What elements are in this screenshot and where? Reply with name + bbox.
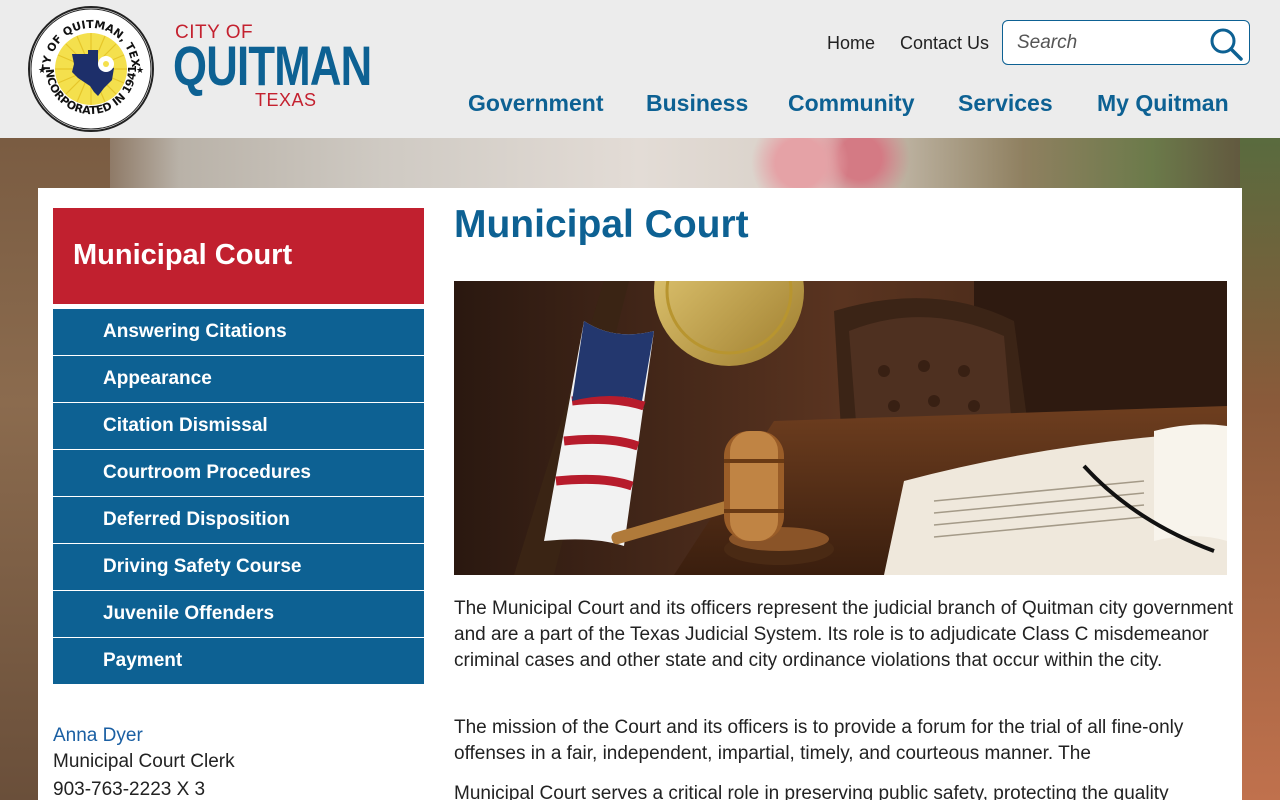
contact-us-link[interactable]: Contact Us — [900, 33, 989, 54]
sidebar-item-label: Answering Citations — [103, 321, 287, 342]
sidebar-item-label: Payment — [103, 650, 183, 671]
sidebar-item-payment[interactable]: Payment — [53, 638, 424, 684]
sidebar-item-juvenile-offenders[interactable]: Juvenile Offenders — [53, 591, 424, 637]
sidebar-item-label: Appearance — [103, 368, 212, 389]
page-title: Municipal Court — [454, 203, 749, 246]
svg-text:★: ★ — [136, 65, 144, 75]
sidebar-item-label: Citation Dismissal — [103, 415, 268, 436]
nav-community[interactable]: Community — [788, 90, 915, 117]
site-header: CITY OF QUITMAN, TEXAS INCORPORATED IN 1… — [0, 0, 1280, 138]
city-seal-logo[interactable]: CITY OF QUITMAN, TEXAS INCORPORATED IN 1… — [28, 6, 154, 132]
nav-business[interactable]: Business — [646, 90, 748, 117]
sidebar-item-courtroom-procedures[interactable]: Courtroom Procedures — [53, 450, 424, 496]
wordmark-name: QUITMAN — [173, 34, 372, 97]
search-box — [1002, 20, 1250, 65]
contact-name-link[interactable]: Anna Dyer — [53, 725, 424, 751]
city-wordmark[interactable]: CITY OF QUITMAN TEXAS — [173, 22, 372, 112]
sidebar-item-label: Driving Safety Course — [103, 556, 302, 577]
sidebar-item-answering-citations[interactable]: Answering Citations — [53, 309, 424, 355]
home-link[interactable]: Home — [827, 33, 875, 54]
sidebar-item-appearance[interactable]: Appearance — [53, 356, 424, 402]
sidebar-item-label: Courtroom Procedures — [103, 462, 311, 483]
sidebar-item-citation-dismissal[interactable]: Citation Dismissal — [53, 403, 424, 449]
sidebar-title: Municipal Court — [73, 239, 293, 271]
sidebar-item-deferred-disposition[interactable]: Deferred Disposition — [53, 497, 424, 543]
contact-title: Municipal Court Clerk — [53, 751, 235, 772]
search-icon[interactable] — [1208, 26, 1244, 62]
contact-card: Anna Dyer Municipal Court Clerk 903-763-… — [53, 725, 424, 800]
role-paragraph: Municipal Court serves a critical role i… — [454, 783, 1169, 800]
intro-paragraph: The Municipal Court and its officers rep… — [454, 598, 1234, 671]
courtroom-gavel-image — [454, 281, 1227, 575]
background-photo-right — [1240, 138, 1280, 800]
content-panel: Municipal Court Answering Citations Appe… — [38, 188, 1242, 800]
sidebar-title-block[interactable]: Municipal Court — [53, 208, 424, 304]
svg-text:★: ★ — [38, 65, 46, 75]
mission-paragraph: The mission of the Court and its officer… — [454, 717, 1184, 764]
sidebar-menu: Answering Citations Appearance Citation … — [53, 309, 424, 685]
nav-services[interactable]: Services — [958, 90, 1053, 117]
contact-phone: 903-763-2223 X 3 — [53, 779, 206, 800]
nav-government[interactable]: Government — [468, 90, 603, 117]
sidebar-item-label: Juvenile Offenders — [103, 603, 275, 624]
background-flowers — [720, 138, 920, 188]
nav-my-quitman[interactable]: My Quitman — [1097, 90, 1229, 117]
search-input[interactable] — [1017, 30, 1207, 56]
wordmark-state: TEXAS — [255, 90, 317, 110]
sidebar-item-label: Deferred Disposition — [103, 509, 290, 530]
sidebar-item-driving-safety-course[interactable]: Driving Safety Course — [53, 544, 424, 590]
